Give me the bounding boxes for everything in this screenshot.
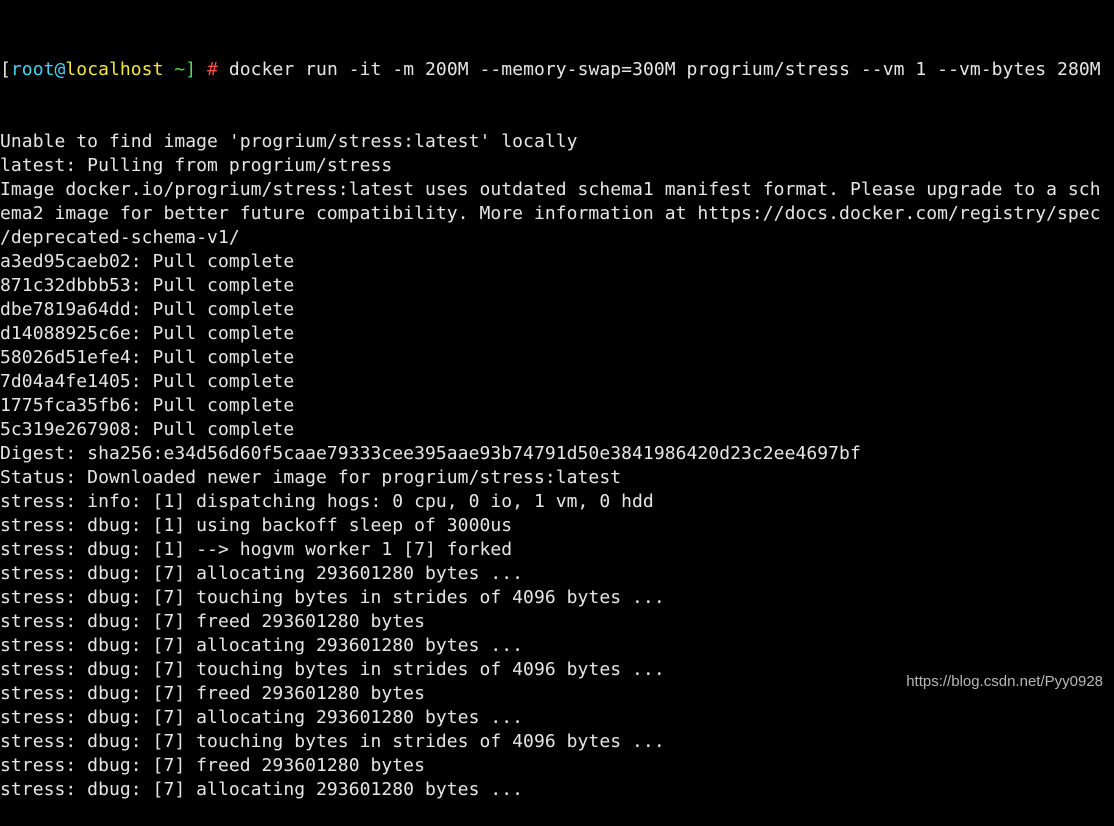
output-line: stress: dbug: [1] using backoff sleep of… — [0, 515, 513, 536]
watermark: https://blog.csdn.net/Pyy0928 — [906, 673, 1103, 690]
prompt-open-bracket: [ — [0, 59, 11, 80]
output-line: dbe7819a64dd: Pull complete — [0, 299, 295, 320]
output-line: 5c319e267908: Pull complete — [0, 419, 295, 440]
output-line: Digest: sha256:e34d56d60f5caae79333cee39… — [0, 443, 861, 464]
output-line: stress: dbug: [7] touching bytes in stri… — [0, 587, 665, 608]
output-line: stress: dbug: [7] freed 293601280 bytes — [0, 611, 425, 632]
output-line: 871c32dbbb53: Pull complete — [0, 275, 295, 296]
output-line: stress: dbug: [7] allocating 293601280 b… — [0, 635, 524, 656]
output-line: Status: Downloaded newer image for progr… — [0, 467, 622, 488]
output-line: stress: dbug: [7] allocating 293601280 b… — [0, 707, 524, 728]
output-line: ema2 image for better future compatibili… — [0, 203, 1101, 224]
output-line: 1775fca35fb6: Pull complete — [0, 395, 295, 416]
output-line: a3ed95caeb02: Pull complete — [0, 251, 295, 272]
output-line: /deprecated-schema-v1/ — [0, 227, 240, 248]
output-line: 58026d51efe4: Pull complete — [0, 347, 295, 368]
prompt-user: root@ — [10, 59, 66, 80]
prompt-hash: # — [196, 59, 218, 80]
output-line: stress: dbug: [1] --> hogvm worker 1 [7]… — [0, 539, 513, 560]
output-line: Image docker.io/progrium/stress:latest u… — [0, 179, 1101, 200]
command-text: docker run -it -m 200M --memory-swap=300… — [217, 59, 1101, 80]
prompt-dir: ~] — [163, 59, 197, 80]
output-line: stress: dbug: [7] allocating 293601280 b… — [0, 563, 524, 584]
output-line: stress: dbug: [7] allocating 293601280 b… — [0, 779, 524, 800]
prompt-host: localhost — [65, 59, 164, 80]
output-line: 7d04a4fe1405: Pull complete — [0, 371, 295, 392]
output-line: Unable to find image 'progrium/stress:la… — [0, 131, 578, 152]
terminal-output[interactable]: [root@localhost ~] # docker run -it -m 2… — [0, 10, 1101, 826]
output-line: latest: Pulling from progrium/stress — [0, 155, 393, 176]
output-line: stress: dbug: [7] freed 293601280 bytes — [0, 755, 425, 776]
output-line: stress: dbug: [7] touching bytes in stri… — [0, 731, 665, 752]
prompt-line: [root@localhost ~] # docker run -it -m 2… — [0, 58, 1101, 82]
output-line: stress: info: [1] dispatching hogs: 0 cp… — [0, 491, 654, 512]
output-line: d14088925c6e: Pull complete — [0, 323, 295, 344]
